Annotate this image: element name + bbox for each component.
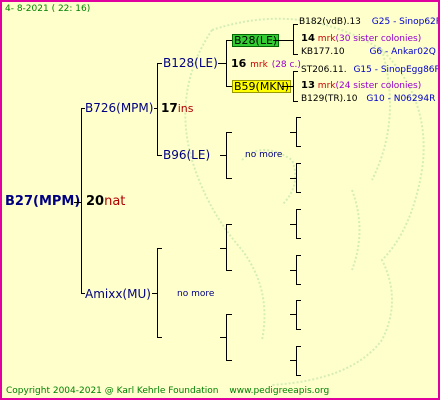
g4-bracket-2-top (293, 71, 298, 72)
r2-mrk: mrk (317, 34, 336, 44)
mother-lower-tick (157, 337, 162, 338)
footer: Copyright 2004-2021 @ Karl Kehrle Founda… (6, 387, 329, 396)
root-year: 20nat (86, 195, 125, 208)
fm-no-more: no more (245, 150, 283, 160)
g4-bracket-1-bottom (293, 54, 298, 55)
ffm-connector (282, 86, 293, 87)
g4-bracket-5-stub (290, 224, 297, 225)
r5-year: 13 (301, 80, 315, 91)
father-year-number: 17 (161, 101, 178, 115)
mf-connector (220, 248, 227, 249)
root-bee-name[interactable]: B27(MPM) (5, 195, 80, 208)
ff-bee-name[interactable]: B128(LE) (163, 57, 218, 69)
g4-bracket-6-bottom (296, 284, 301, 285)
father-bee-name[interactable]: B726(MPM) (85, 102, 153, 114)
g4-bracket-6-top (296, 255, 301, 256)
r2-row: 14 mrk(30 sister colonies) (301, 34, 421, 44)
g4-bracket-7-top (296, 300, 301, 301)
fm-tick (157, 155, 162, 156)
r4-row: ST206.11. G15 - SinopEgg86R (301, 65, 440, 75)
r5-note: (24 sister colonies) (335, 81, 422, 91)
r5-mrk: mrk (317, 81, 336, 91)
g4-bracket-7-bottom (296, 329, 301, 330)
g4-bracket-7-stub (290, 314, 297, 315)
mother-upper-tick (157, 248, 162, 249)
g4-bracket-1-top (293, 24, 298, 25)
r2-year: 14 (301, 33, 315, 44)
mm-upper-tick (226, 314, 232, 315)
mother-no-more: no more (177, 289, 215, 299)
ff-vertical-line (226, 40, 227, 87)
mother-bee-name[interactable]: Amixx(MU) (85, 288, 151, 300)
r3-row: KB177.10 G6 - Ankar02Q (301, 48, 436, 57)
fff-connector (273, 40, 293, 41)
r3-id[interactable]: KB177.10 (301, 47, 345, 57)
mm-lower-tick (226, 360, 232, 361)
r5-row: 13 mrk(24 sister colonies) (301, 81, 421, 91)
g4-bracket-4-top (296, 163, 301, 164)
father-year-suffix: ins (177, 102, 194, 115)
footer-copyright: Copyright 2004-2021 @ Karl Kehrle Founda… (6, 386, 219, 396)
header-date: 4- 8-2021 ( 22: 16) (5, 4, 91, 14)
footer-url[interactable]: www.pedigreeapis.org (229, 386, 329, 396)
r1-row: B182(vdB).13 G25 - Sinop62R (299, 17, 440, 27)
mother-vertical-line (157, 248, 158, 338)
r1-code: G25 - Sinop62R (371, 17, 440, 27)
g4-bracket-2-bottom (293, 101, 298, 102)
fm-upper-tick (226, 132, 232, 133)
g4-bracket-8-bottom (296, 375, 301, 376)
ff-year-suffix: mrk (250, 60, 268, 70)
g4-bracket-8-stub (290, 360, 297, 361)
r3-code: G6 - Ankar02Q (369, 47, 436, 57)
root-vertical-line (81, 108, 82, 294)
father-vertical-line (157, 63, 158, 156)
ff-tick (157, 63, 162, 64)
father-year: 17ins (161, 102, 193, 114)
g4-bracket-4-stub (290, 178, 297, 179)
r6-id[interactable]: B129(TR).10 (301, 94, 357, 104)
r2-note: (30 sister colonies) (335, 34, 422, 44)
mm-connector (220, 337, 227, 338)
g4-bracket-7 (296, 300, 297, 330)
g4-bracket-3-bottom (296, 146, 301, 147)
r6-row: B129(TR).10 G10 - N06294R (301, 95, 435, 104)
ff-year: 16 mrk (28 c.) (231, 58, 301, 70)
g4-bracket-8 (296, 346, 297, 376)
g4-bracket-4-bottom (296, 192, 301, 193)
fm-lower-tick (226, 178, 232, 179)
fm-bee-name[interactable]: B96(LE) (163, 149, 210, 161)
g4-bracket-8-top (296, 346, 301, 347)
r1-id[interactable]: B182(vdB).13 (299, 17, 361, 27)
g4-bracket-6-stub (290, 270, 297, 271)
g4-bracket-5-bottom (296, 238, 301, 239)
pedigree-frame: 4- 8-2021 ( 22: 16) B27(MPM) 20nat B726(… (0, 0, 440, 400)
r6-code: G10 - N06294R (366, 94, 436, 104)
root-year-number: 20 (86, 194, 105, 209)
g4-bracket-1 (293, 24, 294, 55)
g4-bracket-3-stub (290, 132, 297, 133)
mf-upper-tick (226, 224, 232, 225)
mf-lower-tick (226, 270, 232, 271)
ff-year-number: 16 (231, 57, 247, 70)
g4-bracket-2 (293, 71, 294, 102)
ff-colony-count: (28 c.) (271, 60, 301, 70)
root-year-suffix: nat (104, 194, 126, 209)
fm-vertical-line (226, 132, 227, 179)
g4-bracket-5-top (296, 209, 301, 210)
r4-code: G15 - SinopEgg86R (353, 65, 440, 75)
g4-bracket-3-top (296, 117, 301, 118)
r4-id[interactable]: ST206.11. (301, 65, 347, 75)
